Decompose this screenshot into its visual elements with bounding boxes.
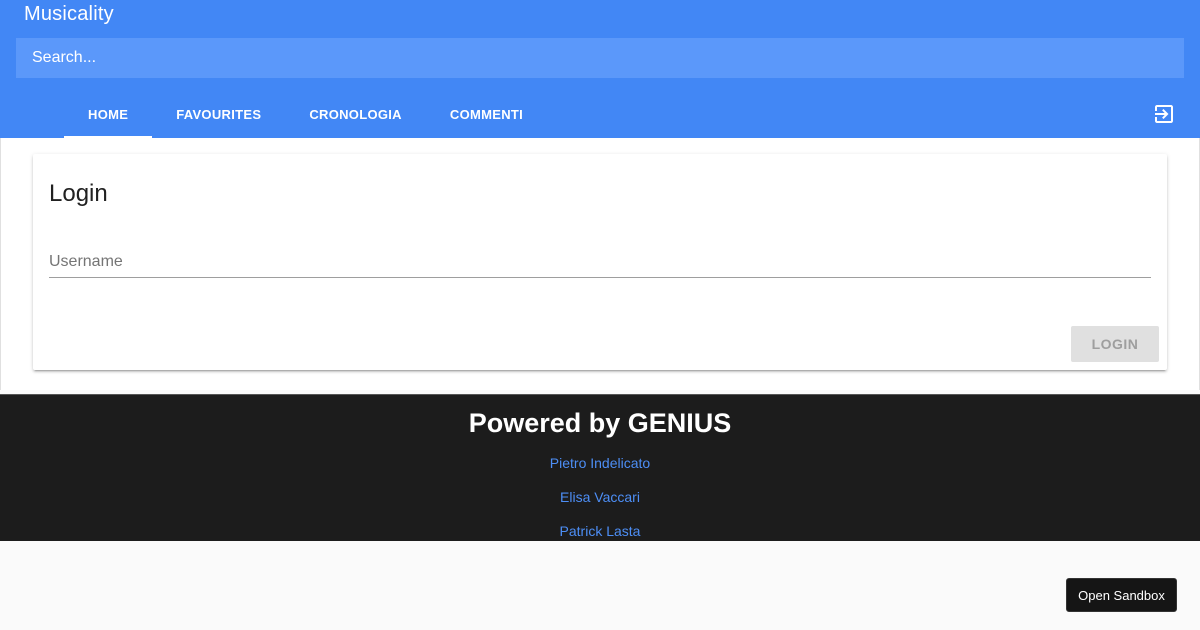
- tab-favourites[interactable]: FAVOURITES: [152, 90, 285, 138]
- login-title: Login: [49, 180, 108, 207]
- username-field[interactable]: Username: [49, 250, 1151, 278]
- tab-cronologia[interactable]: CRONOLOGIA: [285, 90, 426, 138]
- login-card: Login Username LOGIN: [33, 154, 1167, 370]
- footer-link-elisa[interactable]: Elisa Vaccari: [0, 489, 1200, 505]
- logout-button[interactable]: [1150, 100, 1178, 128]
- logout-icon: [1155, 105, 1173, 123]
- footer: Powered by GENIUS Pietro Indelicato Elis…: [0, 394, 1200, 541]
- footer-link-patrick[interactable]: Patrick Lasta: [0, 523, 1200, 539]
- app-title: Musicality: [24, 3, 114, 25]
- search-input[interactable]: [16, 38, 1184, 78]
- footer-title: Powered by GENIUS: [468, 408, 732, 438]
- username-label: Username: [49, 253, 123, 270]
- login-button[interactable]: LOGIN: [1071, 326, 1159, 362]
- app-bar: Musicality HOME FAVOURITES CRONOLOGIA CO…: [0, 0, 1200, 138]
- tab-home[interactable]: HOME: [64, 90, 153, 138]
- nav-tabs: HOME FAVOURITES CRONOLOGIA COMMENTI: [64, 90, 547, 138]
- footer-link-pietro[interactable]: Pietro Indelicato: [0, 455, 1200, 471]
- tab-commenti[interactable]: COMMENTI: [426, 90, 547, 138]
- open-sandbox-button[interactable]: Open Sandbox: [1066, 578, 1177, 612]
